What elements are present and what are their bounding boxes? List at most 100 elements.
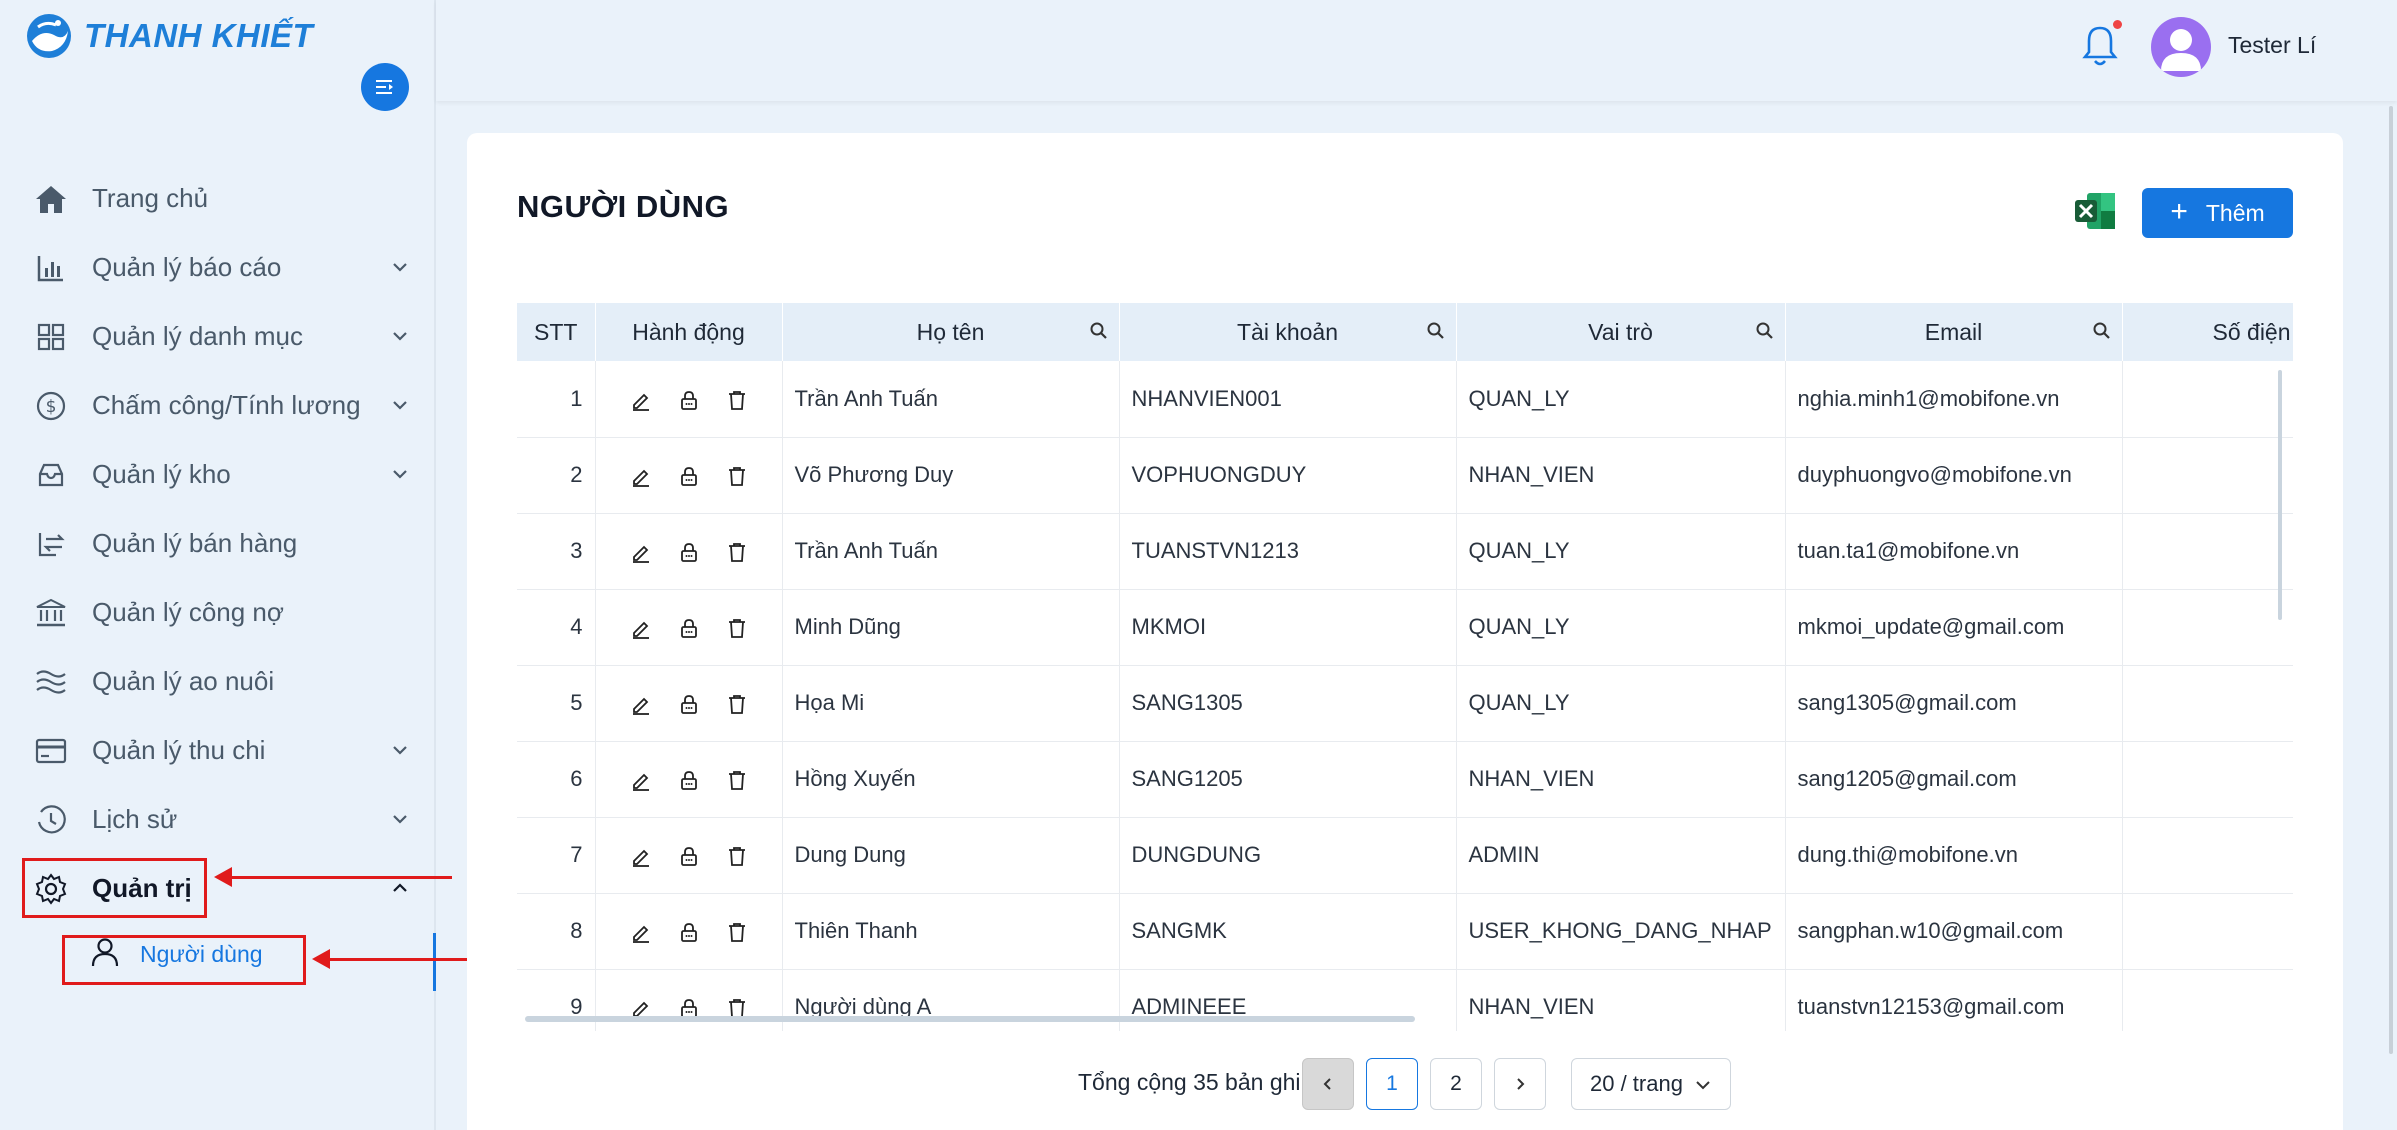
logo[interactable]: THANH KHIẾT	[24, 8, 313, 64]
cell-actions	[595, 437, 783, 514]
cell-name: Dung Dung	[782, 817, 1120, 894]
add-user-button[interactable]: + Thêm	[2142, 188, 2293, 238]
sidebar-item-sales[interactable]: Quản lý bán hàng	[0, 509, 436, 578]
delete-icon[interactable]	[726, 693, 748, 715]
lock-icon[interactable]	[678, 921, 700, 943]
search-icon[interactable]	[2092, 321, 2112, 341]
page-size-select[interactable]: 20 / trang	[1571, 1058, 1731, 1110]
cell-role: USER_KHONG_DANG_NHAP	[1456, 893, 1786, 970]
lock-icon[interactable]	[678, 541, 700, 563]
edit-icon[interactable]	[630, 769, 652, 792]
lock-icon[interactable]	[678, 693, 700, 715]
cell-role: QUAN_LY	[1456, 589, 1786, 666]
sidebar-item-categories[interactable]: Quản lý danh mục	[0, 302, 436, 371]
cell-account: NHANVIEN001	[1119, 361, 1457, 438]
sidebar-item-label: Chấm công/Tính lương	[92, 390, 361, 420]
table-row: 5 Họa Mi SANG1305 QUAN_LY sang1305@gmail.com	[517, 665, 2293, 742]
edit-icon[interactable]	[630, 845, 652, 868]
user-name[interactable]: Tester Lí	[2228, 32, 2316, 59]
edit-icon[interactable]	[630, 389, 652, 411]
bell-icon[interactable]	[2080, 24, 2120, 68]
edit-icon[interactable]	[630, 617, 652, 640]
cell-actions	[595, 361, 783, 438]
delete-icon[interactable]	[726, 617, 748, 639]
column-header-email: Email	[1785, 303, 2123, 361]
collapse-sidebar-button[interactable]	[361, 63, 409, 111]
table-row: 3 Trần Anh Tuấn TUANSTVN1213 QUAN_LY tuan.ta…	[517, 513, 2293, 590]
sidebar-item-warehouse[interactable]: Quản lý kho	[0, 440, 436, 509]
sidebar-item-home[interactable]: Trang chủ	[0, 164, 436, 233]
cell-account: VOPHUONGDUY	[1119, 437, 1457, 514]
cell-actions	[595, 589, 783, 666]
cell-phone	[2122, 437, 2293, 514]
excel-icon	[2075, 193, 2115, 229]
delete-icon[interactable]	[726, 921, 748, 943]
svg-text:$: $	[46, 397, 57, 417]
edit-icon[interactable]	[630, 921, 652, 944]
lock-icon[interactable]	[678, 845, 700, 867]
lock-icon[interactable]	[678, 389, 700, 411]
cell-actions	[595, 665, 783, 742]
delete-icon[interactable]	[726, 541, 748, 563]
edit-icon[interactable]	[630, 465, 652, 488]
column-header-stt: STT	[517, 303, 596, 361]
column-header-role: Vai trò	[1456, 303, 1786, 361]
cell-email: sangphan.w10@gmail.com	[1785, 893, 2123, 970]
delete-icon[interactable]	[726, 389, 748, 411]
search-icon[interactable]	[1426, 321, 1446, 341]
cell-name: Trần Anh Tuấn	[782, 361, 1120, 438]
cell-role: NHAN_VIEN	[1456, 437, 1786, 514]
export-excel-button[interactable]	[2073, 191, 2117, 231]
edit-icon[interactable]	[630, 693, 652, 716]
page-1-button[interactable]: 1	[1366, 1058, 1418, 1110]
cell-actions	[595, 513, 783, 590]
lock-icon[interactable]	[678, 769, 700, 791]
page-scrollbar[interactable]	[2389, 106, 2393, 1054]
cell-actions	[595, 893, 783, 970]
cell-stt: 1	[517, 361, 596, 438]
pagination: Tổng cộng 35 bản ghi 1 2 20 / trang	[436, 1058, 2397, 1110]
delete-icon[interactable]	[726, 845, 748, 867]
cell-actions	[595, 741, 783, 818]
delete-icon[interactable]	[726, 465, 748, 487]
home-icon	[33, 181, 69, 217]
cell-phone	[2122, 893, 2293, 970]
sidebar-item-debt[interactable]: Quản lý công nợ	[0, 578, 436, 647]
cell-name: Minh Dũng	[782, 589, 1120, 666]
sidebar-item-ponds[interactable]: Quản lý ao nuôi	[0, 647, 436, 716]
total-records: Tổng cộng 35 bản ghi	[1078, 1069, 1301, 1095]
cell-phone	[2122, 361, 2293, 438]
chevron-up-icon	[393, 883, 407, 892]
next-page-button[interactable]	[1494, 1058, 1546, 1110]
table-horizontal-scrollbar[interactable]	[525, 1016, 1415, 1022]
prev-page-button[interactable]	[1302, 1058, 1354, 1110]
search-icon[interactable]	[1089, 321, 1109, 341]
table-row: 1 Trần Anh Tuấn NHANVIEN001 QUAN_LY nghia.mi…	[517, 361, 2293, 438]
lock-icon[interactable]	[678, 465, 700, 487]
menu-fold-icon	[376, 80, 393, 94]
sidebar-item-finance[interactable]: Quản lý thu chi	[0, 716, 436, 785]
edit-icon[interactable]	[630, 541, 652, 564]
sidebar-item-payroll[interactable]: $ Chấm công/Tính lương	[0, 371, 436, 440]
lock-icon[interactable]	[678, 617, 700, 639]
cell-phone	[2122, 817, 2293, 894]
chevron-down-icon	[393, 470, 407, 479]
delete-icon[interactable]	[726, 769, 748, 791]
table-header-row: STT Hành động Họ tên Tài khoản Vai trò E…	[517, 303, 2293, 361]
page-2-button[interactable]: 2	[1430, 1058, 1482, 1110]
content-card: NGƯỜI DÙNG + Thêm STT Hành động Họ tên T…	[467, 133, 2343, 1130]
table-vertical-scrollbar[interactable]	[2278, 370, 2282, 620]
sidebar-item-history[interactable]: Lịch sử	[0, 785, 436, 854]
column-header-actions: Hành động	[595, 303, 783, 361]
chevron-down-icon	[393, 332, 407, 341]
waves-icon	[33, 664, 69, 700]
avatar[interactable]	[2151, 17, 2211, 77]
sidebar-item-label: Quản lý bán hàng	[92, 528, 298, 558]
user-avatar-icon	[2161, 29, 2201, 71]
chevron-down-icon	[1696, 1081, 1710, 1090]
sidebar-item-label: Quản lý báo cáo	[92, 252, 282, 282]
column-header-account: Tài khoản	[1119, 303, 1457, 361]
search-icon[interactable]	[1755, 321, 1775, 341]
sidebar-item-reports[interactable]: Quản lý báo cáo	[0, 233, 436, 302]
cell-email: sang1205@gmail.com	[1785, 741, 2123, 818]
